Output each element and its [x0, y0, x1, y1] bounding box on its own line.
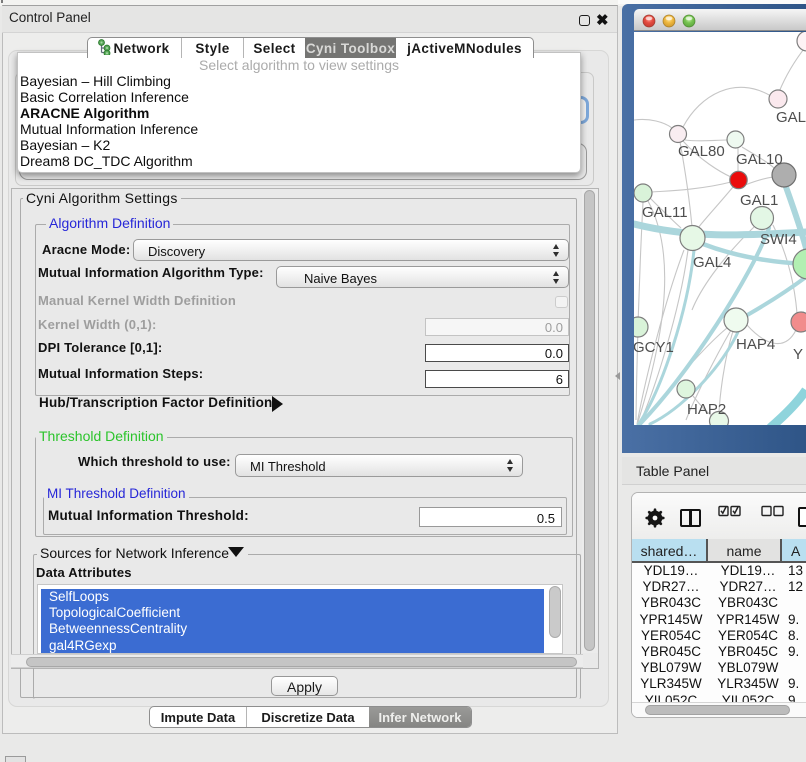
svg-text:GAL4: GAL4 [693, 254, 731, 271]
svg-text:GAL80: GAL80 [776, 109, 806, 126]
svg-text:Y: Y [793, 346, 803, 363]
svg-text:SWI4: SWI4 [760, 231, 797, 248]
svg-text:GAL80: GAL80 [678, 143, 725, 160]
svg-text:HAP2: HAP2 [687, 401, 726, 418]
svg-text:HAP4: HAP4 [736, 336, 775, 353]
svg-text:GAL11: GAL11 [642, 204, 688, 221]
svg-text:GCY1: GCY1 [634, 339, 674, 356]
svg-text:GAL10: GAL10 [736, 151, 783, 168]
svg-text:GAL1: GAL1 [740, 192, 778, 209]
